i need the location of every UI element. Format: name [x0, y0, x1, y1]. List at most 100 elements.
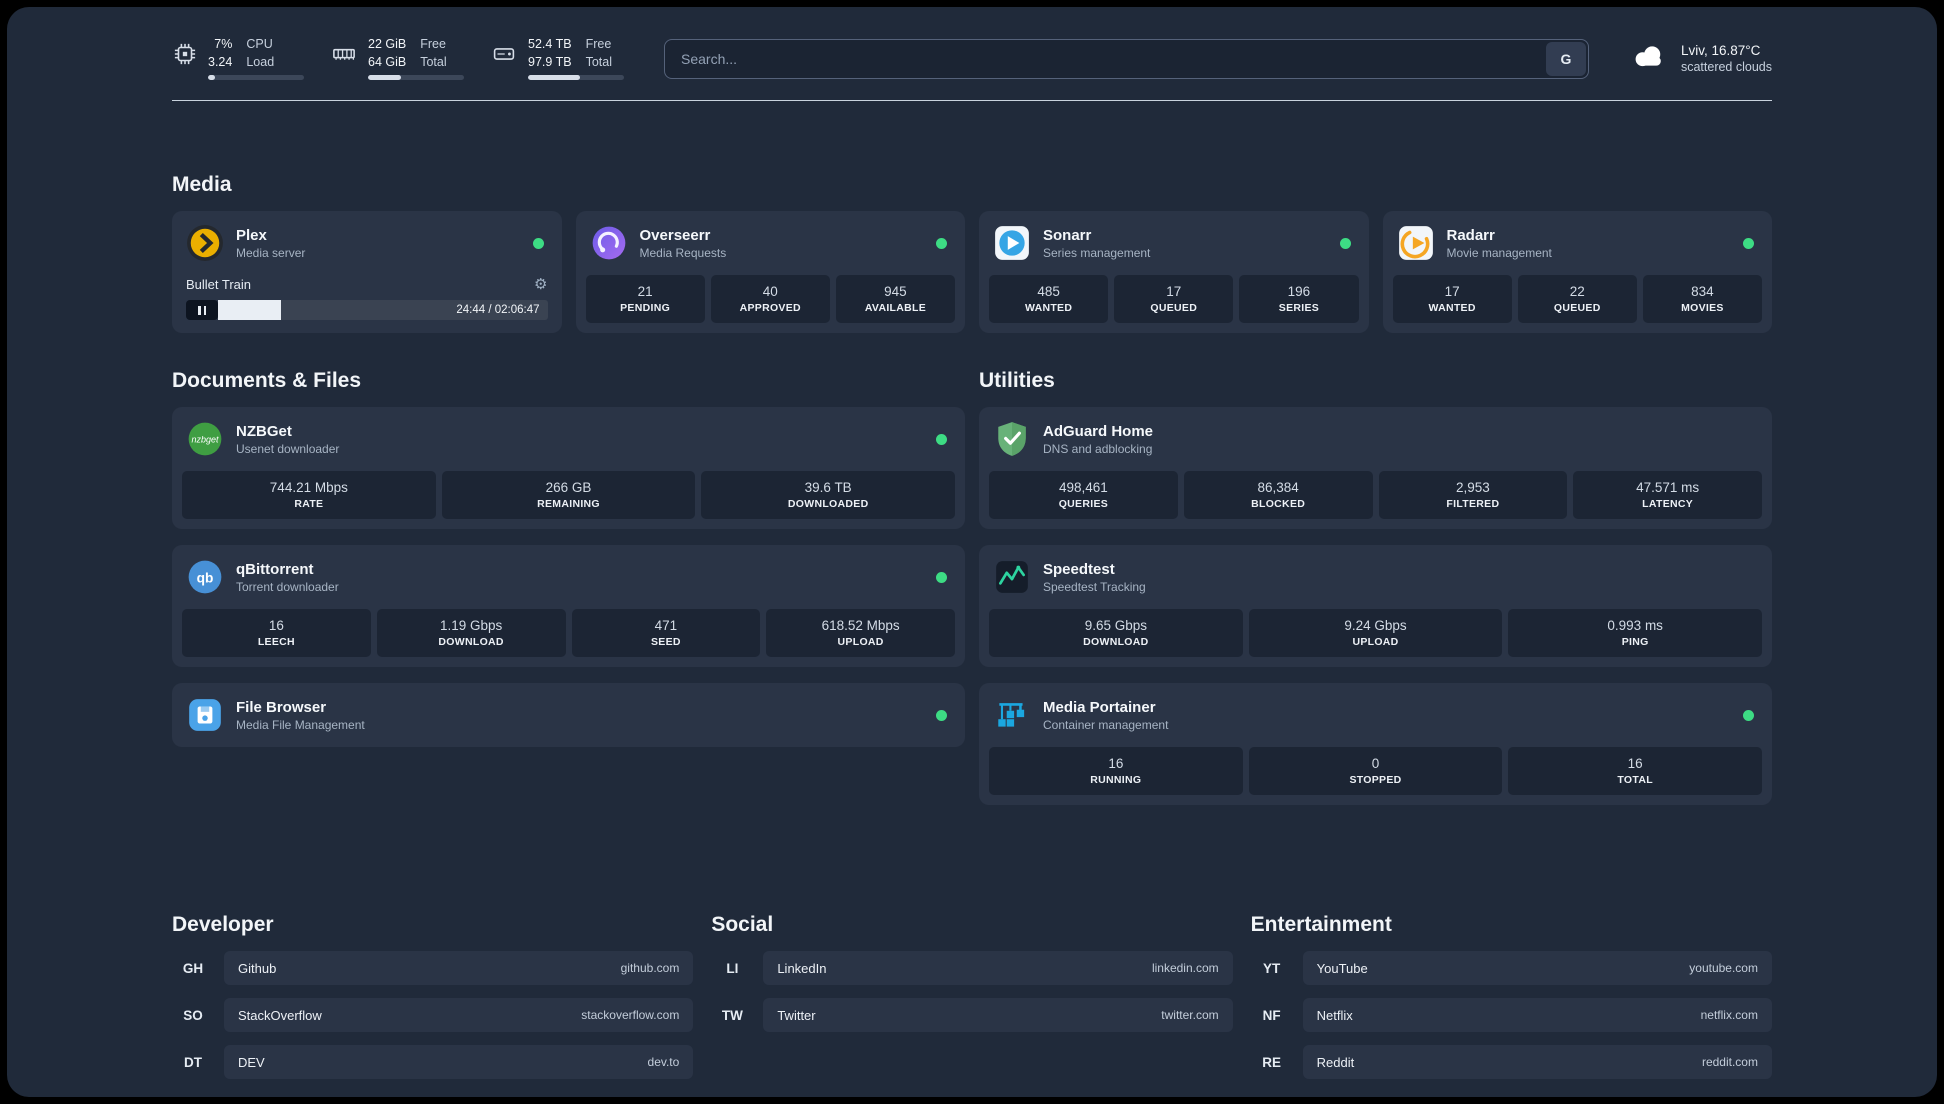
app-name: Plex: [236, 226, 267, 244]
app-subtitle: Speedtest Tracking: [1043, 579, 1146, 594]
app-card-sonarr[interactable]: Sonarr Series management 485 WANTED 17 Q…: [979, 211, 1369, 334]
memory-free: 22 GiB: [368, 37, 407, 51]
section-media: Media Plex Media server Bullet Train ⚙ 2…: [172, 173, 1772, 334]
playback-progress[interactable]: 24:44 / 02:06:47: [186, 300, 548, 321]
stat-pending: 21 PENDING: [585, 275, 705, 324]
bookmark-link-github[interactable]: Github github.com: [224, 951, 694, 986]
bookmark-row: TW Twitter twitter.com: [711, 998, 1233, 1033]
stat-latency: 47.571 ms LATENCY: [1573, 471, 1762, 520]
cpu-load-label: Load: [246, 54, 275, 69]
bookmark-link-linkedin[interactable]: LinkedIn linkedin.com: [763, 951, 1233, 986]
bookmark-abbr: TW: [721, 1007, 743, 1023]
cpu-label: CPU: [246, 37, 273, 51]
app-name: Speedtest: [1043, 560, 1115, 578]
app-name: Radarr: [1446, 226, 1495, 244]
disk-bar: [528, 75, 624, 81]
bookmark-link-dev[interactable]: DEV dev.to: [224, 1045, 694, 1080]
app-card-overseerr[interactable]: Overseerr Media Requests 21 PENDING 40 A…: [575, 211, 965, 334]
bookmark-abbr: NF: [1262, 1007, 1281, 1023]
memory-bar: [368, 75, 464, 81]
gear-icon[interactable]: ⚙: [534, 275, 547, 293]
radarr-icon: [1397, 224, 1435, 262]
app-card-plex[interactable]: Plex Media server Bullet Train ⚙ 24:44 /…: [172, 211, 562, 334]
app-card-speedtest[interactable]: Speedtest Speedtest Tracking 9.65 Gbps D…: [979, 545, 1772, 668]
bookmark-abbr: RE: [1262, 1054, 1282, 1070]
app-card-radarr[interactable]: Radarr Movie management 17 WANTED 22 QUE…: [1382, 211, 1772, 334]
disk-total-label: Total: [585, 54, 612, 69]
app-card-nzbget[interactable]: nzbget NZBGet Usenet downloader 744.21 M…: [172, 407, 965, 530]
app-subtitle: Usenet downloader: [236, 441, 340, 456]
app-subtitle: Media File Management: [236, 717, 365, 732]
stat-stopped: 0 STOPPED: [1248, 747, 1503, 796]
svg-text:nzbget: nzbget: [192, 435, 219, 445]
bookmark-link-netflix[interactable]: Netflix netflix.com: [1302, 998, 1772, 1033]
app-subtitle: Torrent downloader: [236, 579, 339, 594]
disk-free: 52.4 TB: [528, 37, 572, 51]
stat-leech: 16 LEECH: [182, 609, 371, 658]
bookmark-row: YT YouTube youtube.com: [1251, 951, 1772, 986]
header: 7% 3.24 CPU Load 22 GiB 64 GiB Free Tota…: [7, 7, 1937, 81]
bookmark-abbr: YT: [1263, 960, 1281, 976]
app-card-adguard[interactable]: AdGuard Home DNS and adblocking 498,461 …: [979, 407, 1772, 530]
search-provider-button[interactable]: G: [1545, 41, 1586, 76]
now-playing-title: Bullet Train: [186, 276, 252, 292]
status-dot-online: [1339, 237, 1351, 249]
status-dot-online: [532, 237, 544, 249]
stat-total: 16 TOTAL: [1508, 747, 1763, 796]
bookmark-link-reddit[interactable]: Reddit reddit.com: [1302, 1045, 1772, 1080]
section-social: Social LI LinkedIn linkedin.com TW Twitt…: [711, 913, 1233, 1092]
bookmark-link-youtube[interactable]: YouTube youtube.com: [1302, 951, 1772, 986]
cloud-icon: [1629, 41, 1669, 76]
stat-remaining: 266 GB REMAINING: [441, 471, 696, 520]
memory-total-label: Total: [420, 54, 447, 69]
memory-icon: [330, 41, 358, 67]
screenshot-stage: 7% 3.24 CPU Load 22 GiB 64 GiB Free Tota…: [0, 0, 1944, 1104]
memory-free-label: Free: [420, 37, 446, 51]
bookmark-abbr: GH: [182, 960, 204, 976]
bookmark-row: RE Reddit reddit.com: [1251, 1045, 1772, 1080]
weather-condition: scattered clouds: [1680, 60, 1772, 75]
section-utilities: Utilities AdGuard Home DNS and adblockin…: [979, 369, 1772, 821]
playback-time: 24:44 / 02:06:47: [456, 304, 540, 317]
disk-icon: [490, 41, 518, 67]
memory-total: 64 GiB: [368, 54, 407, 69]
section-title-entertainment: Entertainment: [1250, 913, 1392, 937]
portainer-icon: [993, 696, 1031, 734]
app-name: AdGuard Home: [1043, 422, 1154, 440]
stat-upload: 618.52 Mbps UPLOAD: [766, 609, 955, 658]
search-bar: G: [664, 38, 1589, 79]
pause-button[interactable]: [186, 300, 218, 321]
header-divider: [172, 100, 1772, 102]
bookmark-link-stackoverflow[interactable]: StackOverflow stackoverflow.com: [224, 998, 694, 1033]
stat-download: 9.65 Gbps DOWNLOAD: [989, 609, 1243, 658]
app-card-portainer[interactable]: Media Portainer Container management 16 …: [979, 683, 1772, 806]
app-card-filebrowser[interactable]: File Browser Media File Management: [172, 683, 965, 748]
bookmark-row: NF Netflix netflix.com: [1251, 998, 1772, 1033]
section-entertainment: Entertainment YT YouTube youtube.com NF …: [1251, 913, 1772, 1092]
bookmark-row: GH Github github.com: [172, 951, 694, 986]
status-dot-online: [1743, 237, 1754, 249]
weather-widget: Lviv, 16.87°C scattered clouds: [1629, 41, 1772, 76]
app-name: Sonarr: [1043, 226, 1092, 244]
stat-upload: 9.24 Gbps UPLOAD: [1248, 609, 1503, 658]
bookmark-abbr: DT: [184, 1054, 202, 1070]
search-input[interactable]: [664, 38, 1589, 79]
section-title-documents: Documents & Files: [172, 369, 362, 393]
status-dot-online: [936, 571, 947, 583]
stat-download: 1.19 Gbps DOWNLOAD: [376, 609, 566, 658]
disk-widget: 52.4 TB 97.9 TB Free Total: [490, 37, 624, 81]
overseerr-icon: [590, 224, 628, 262]
stat-approved: 40 APPROVED: [710, 275, 830, 324]
plex-now-playing: Bullet Train ⚙ 24:44 / 02:06:47: [172, 275, 562, 321]
bookmark-link-twitter[interactable]: Twitter twitter.com: [763, 998, 1233, 1033]
progress-fill: [218, 300, 281, 321]
app-subtitle: Media server: [236, 245, 306, 260]
stat-rate: 744.21 Mbps RATE: [182, 471, 436, 520]
app-card-qbittorrent[interactable]: qb qBittorrent Torrent downloader 16 LEE…: [172, 545, 965, 668]
cpu-percent: 7%: [214, 37, 233, 51]
plex-icon: [186, 224, 224, 262]
app-name: NZBGet: [236, 422, 292, 440]
stat-queued: 17 QUEUED: [1114, 275, 1234, 324]
cpu-loadavg: 3.24: [208, 54, 233, 69]
stat-blocked: 86,384 BLOCKED: [1183, 471, 1373, 520]
